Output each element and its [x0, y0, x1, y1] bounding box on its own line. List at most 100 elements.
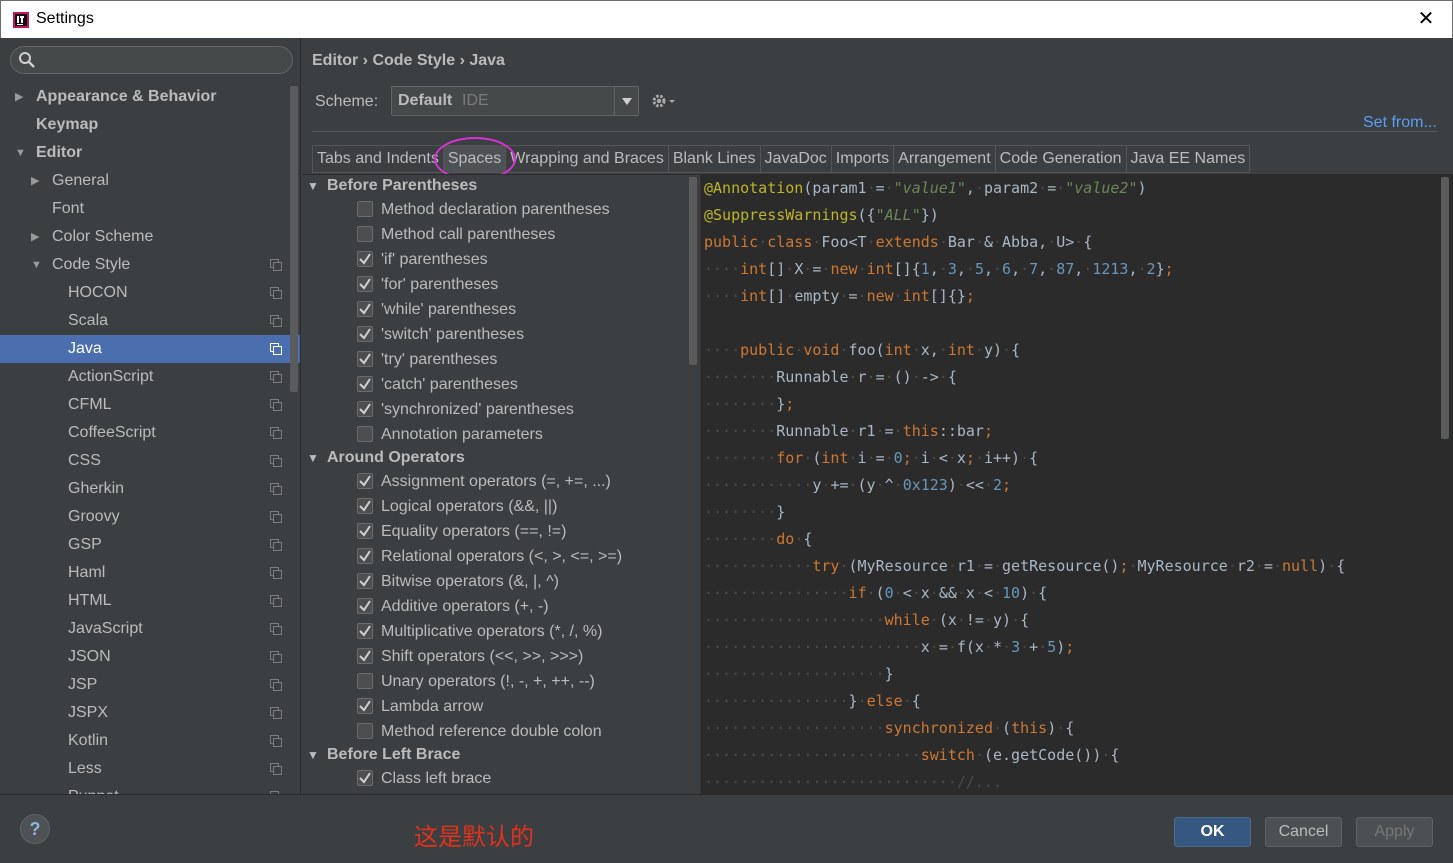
option-multiplicative-operators[interactable]: Multiplicative operators (*, /, %) — [302, 619, 700, 644]
expanded-arrow-icon[interactable]: ▼ — [15, 139, 26, 167]
collapsed-arrow-icon[interactable]: ▶ — [31, 223, 39, 251]
help-button[interactable]: ? — [20, 814, 50, 844]
checkbox-checked[interactable] — [357, 648, 373, 664]
section-around-operators[interactable]: ▼ Around Operators — [302, 447, 700, 469]
collapsed-arrow-icon[interactable]: ▶ — [15, 83, 23, 111]
search-input[interactable] — [39, 49, 284, 71]
checkbox-unchecked[interactable] — [357, 201, 373, 217]
scheme-dropdown[interactable]: Default IDE — [391, 86, 639, 116]
sidebar-item-jsp[interactable]: JSP — [0, 671, 300, 699]
expanded-arrow-icon[interactable]: ▼ — [31, 251, 42, 279]
sidebar-item-appearance-behavior[interactable]: ▶ Appearance & Behavior — [0, 83, 300, 111]
checkbox-checked[interactable] — [357, 251, 373, 267]
sidebar-item-kotlin[interactable]: Kotlin — [0, 727, 300, 755]
sidebar-item-puppet[interactable]: Puppet — [0, 783, 300, 794]
sidebar-item-scala[interactable]: Scala — [0, 307, 300, 335]
close-button[interactable]: ✕ — [1414, 7, 1438, 31]
sidebar-item-color-scheme[interactable]: ▶ Color Scheme — [0, 223, 300, 251]
sidebar-item-haml[interactable]: Haml — [0, 559, 300, 587]
option-assignment-operators[interactable]: Assignment operators (=, +=, ...) — [302, 469, 700, 494]
checkbox-checked[interactable] — [357, 770, 373, 786]
tab-arrangement[interactable]: Arrangement — [893, 145, 995, 173]
checkbox-checked[interactable] — [357, 351, 373, 367]
sidebar-item-hocon[interactable]: HOCON — [0, 279, 300, 307]
checkbox-checked[interactable] — [357, 376, 373, 392]
cancel-button[interactable]: Cancel — [1265, 817, 1342, 847]
gear-icon[interactable] — [650, 91, 676, 111]
checkbox-checked[interactable] — [357, 401, 373, 417]
checkbox-checked[interactable] — [357, 276, 373, 292]
option-relational-operators[interactable]: Relational operators (<, >, <=, >=) — [302, 544, 700, 569]
option-class-left-brace[interactable]: Class left brace — [302, 766, 700, 791]
checkbox-unchecked[interactable] — [357, 673, 373, 689]
sidebar-item-less[interactable]: Less — [0, 755, 300, 783]
tab-tabs-and-indents[interactable]: Tabs and Indents — [312, 145, 443, 173]
option-annotation-parameters[interactable]: Annotation parameters — [302, 422, 700, 447]
sidebar-item-coffeescript[interactable]: CoffeeScript — [0, 419, 300, 447]
option-method-declaration-parentheses[interactable]: Method declaration parentheses — [302, 197, 700, 222]
sidebar-item-general[interactable]: ▶ General — [0, 167, 300, 195]
tab-javadoc[interactable]: JavaDoc — [759, 145, 831, 173]
set-from-link[interactable]: Set from... — [1363, 114, 1437, 132]
expanded-arrow-icon[interactable]: ▼ — [307, 175, 319, 197]
checkbox-checked[interactable] — [357, 523, 373, 539]
chevron-down-icon[interactable] — [614, 87, 638, 115]
expanded-arrow-icon[interactable]: ▼ — [307, 744, 319, 766]
sidebar-item-css[interactable]: CSS — [0, 447, 300, 475]
tab-wrapping-and-braces[interactable]: Wrapping and Braces — [505, 145, 668, 173]
section-before-parentheses[interactable]: ▼ Before Parentheses — [302, 175, 700, 197]
option-if-parentheses[interactable]: 'if' parentheses — [302, 247, 700, 272]
option-bitwise-operators[interactable]: Bitwise operators (&, |, ^) — [302, 569, 700, 594]
checkbox-checked[interactable] — [357, 473, 373, 489]
sidebar-item-html[interactable]: HTML — [0, 587, 300, 615]
sidebar-item-font[interactable]: Font — [0, 195, 300, 223]
tab-code-generation[interactable]: Code Generation — [994, 145, 1126, 173]
option-equality-operators[interactable]: Equality operators (==, !=) — [302, 519, 700, 544]
sidebar-item-cfml[interactable]: CFML — [0, 391, 300, 419]
search-box[interactable] — [10, 46, 293, 74]
option-method-reference-double-colon[interactable]: Method reference double colon — [302, 719, 700, 744]
code-scrollbar[interactable] — [1441, 177, 1449, 439]
option-switch-parentheses[interactable]: 'switch' parentheses — [302, 322, 700, 347]
ok-button[interactable]: OK — [1174, 817, 1251, 847]
sidebar-item-gherkin[interactable]: Gherkin — [0, 475, 300, 503]
sidebar-item-code-style[interactable]: ▼ Code Style — [0, 251, 300, 279]
option-additive-operators[interactable]: Additive operators (+, -) — [302, 594, 700, 619]
options-scrollbar[interactable] — [689, 177, 697, 365]
sidebar-item-java[interactable]: Java — [0, 335, 300, 363]
tab-java-ee-names[interactable]: Java EE Names — [1125, 145, 1251, 173]
option-lambda-arrow[interactable]: Lambda arrow — [302, 694, 700, 719]
sidebar-item-editor[interactable]: ▼ Editor — [0, 139, 300, 167]
checkbox-checked[interactable] — [357, 623, 373, 639]
sidebar-item-json[interactable]: JSON — [0, 643, 300, 671]
sidebar-item-javascript[interactable]: JavaScript — [0, 615, 300, 643]
option-while-parentheses[interactable]: 'while' parentheses — [302, 297, 700, 322]
option-shift-operators[interactable]: Shift operators (<<, >>, >>>) — [302, 644, 700, 669]
checkbox-unchecked[interactable] — [357, 723, 373, 739]
expanded-arrow-icon[interactable]: ▼ — [307, 447, 319, 469]
section-before-left-brace[interactable]: ▼ Before Left Brace — [302, 744, 700, 766]
checkbox-checked[interactable] — [357, 326, 373, 342]
sidebar-item-gsp[interactable]: GSP — [0, 531, 300, 559]
tab-spaces[interactable]: Spaces — [442, 145, 506, 173]
option-catch-parentheses[interactable]: 'catch' parentheses — [302, 372, 700, 397]
tab-blank-lines[interactable]: Blank Lines — [667, 145, 760, 173]
collapsed-arrow-icon[interactable]: ▶ — [31, 167, 39, 195]
checkbox-checked[interactable] — [357, 698, 373, 714]
checkbox-unchecked[interactable] — [357, 226, 373, 242]
checkbox-checked[interactable] — [357, 498, 373, 514]
option-logical-operators[interactable]: Logical operators (&&, ||) — [302, 494, 700, 519]
checkbox-checked[interactable] — [357, 598, 373, 614]
sidebar-item-groovy[interactable]: Groovy — [0, 503, 300, 531]
checkbox-checked[interactable] — [357, 548, 373, 564]
checkbox-unchecked[interactable] — [357, 426, 373, 442]
tab-imports[interactable]: Imports — [830, 145, 894, 173]
option-for-parentheses[interactable]: 'for' parentheses — [302, 272, 700, 297]
checkbox-checked[interactable] — [357, 301, 373, 317]
option-unary-operators[interactable]: Unary operators (!, -, +, ++, --) — [302, 669, 700, 694]
sidebar-item-keymap[interactable]: Keymap — [0, 111, 300, 139]
apply-button[interactable]: Apply — [1356, 817, 1433, 847]
option-synchronized-parentheses[interactable]: 'synchronized' parentheses — [302, 397, 700, 422]
option-try-parentheses[interactable]: 'try' parentheses — [302, 347, 700, 372]
sidebar-scrollbar[interactable] — [290, 86, 298, 392]
